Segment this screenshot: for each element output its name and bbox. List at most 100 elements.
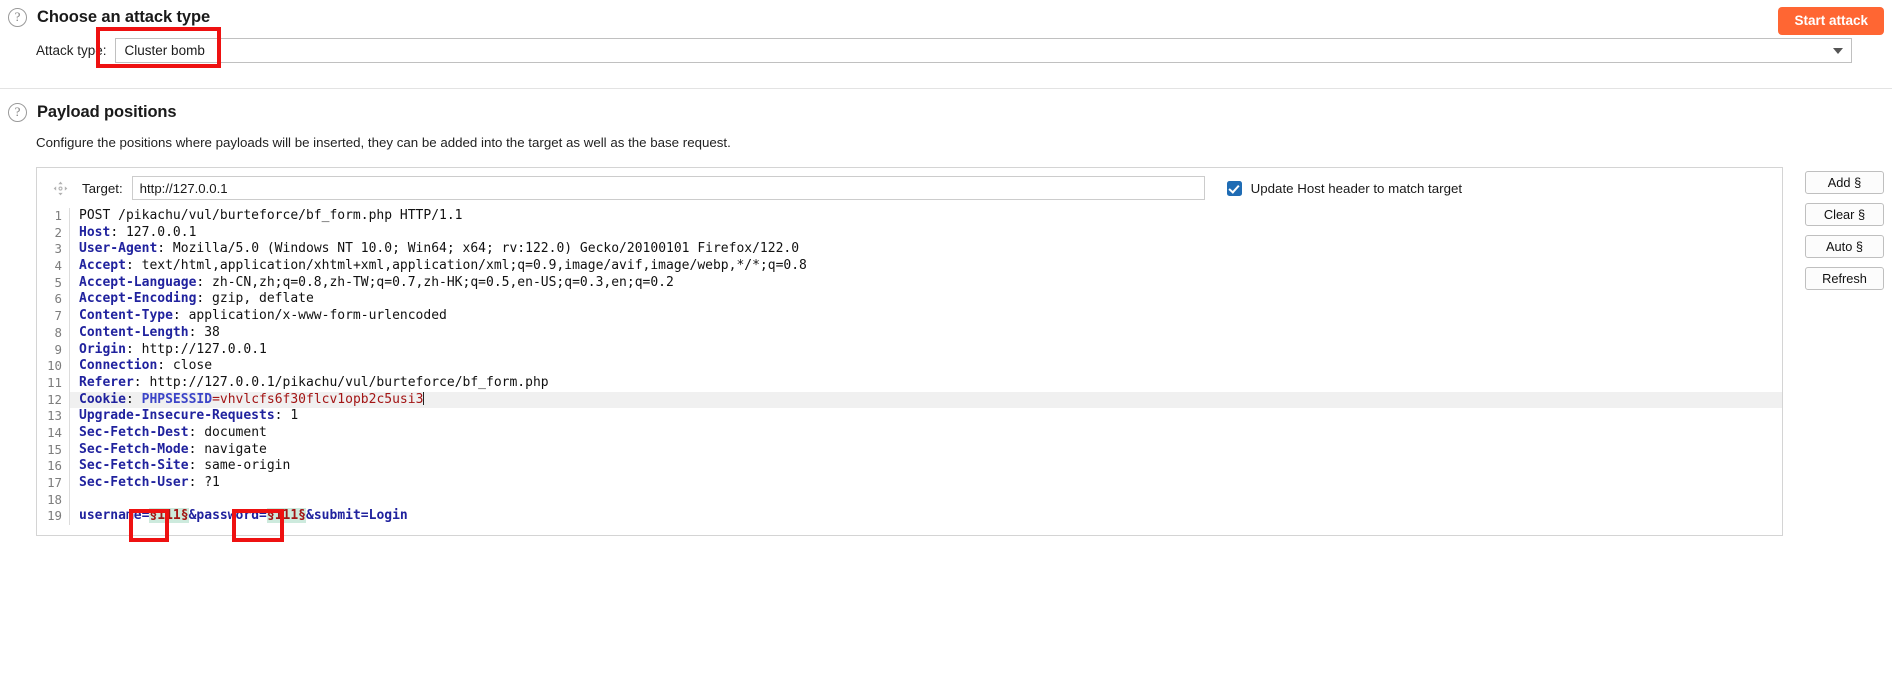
payload-positions-section: ? Payload positions Configure the positi…: [0, 89, 1892, 537]
add-payload-marker-button[interactable]: Add §: [1805, 171, 1884, 194]
line-number: 8: [54, 324, 62, 340]
request-line[interactable]: 12 Cookie: PHPSESSID=vhvlcfs6f30flcv1opb2…: [37, 391, 1782, 409]
attack-type-row: Attack type: Cluster bomb: [0, 38, 1892, 63]
update-host-header-label: Update Host header to match target: [1250, 180, 1463, 196]
header-name: Content-Type: [79, 308, 173, 324]
body-text: username=: [79, 508, 150, 524]
line-content[interactable]: Referer: http://127.0.0.1/pikachu/vul/bu…: [69, 374, 1782, 392]
header-name: Sec-Fetch-User: [79, 475, 189, 490]
line-content[interactable]: Sec-Fetch-User: ?1: [69, 475, 1782, 492]
payload-editor-area: Target: Update Host header to match targ…: [0, 167, 1892, 537]
header-name: Content-Length: [79, 324, 189, 340]
payload-positions-header: ? Payload positions: [0, 103, 1892, 122]
line-number: 17: [47, 475, 62, 490]
attack-type-header: ? Choose an attack type: [0, 8, 1892, 27]
line-number: 14: [47, 424, 62, 440]
line-number: 7: [54, 308, 62, 324]
line-content[interactable]: Sec-Fetch-Site: same-origin: [69, 458, 1782, 475]
refresh-button[interactable]: Refresh: [1805, 267, 1884, 290]
line-content[interactable]: Cookie: PHPSESSID=vhvlcfs6f30flcv1opb2c5…: [69, 391, 1782, 409]
request-line[interactable]: 11 Referer: http://127.0.0.1/pikachu/vul/…: [37, 374, 1782, 392]
request-line[interactable]: 19 username=§111§&password=§111§&submit=L…: [37, 508, 1782, 526]
line-content[interactable]: Origin: http://127.0.0.1: [69, 341, 1782, 359]
request-line[interactable]: 18: [37, 491, 1782, 509]
line-content[interactable]: Accept: text/html,application/xhtml+xml,…: [69, 258, 1782, 275]
page-title: Choose an attack type: [37, 8, 211, 26]
attack-type-label: Attack type:: [36, 43, 107, 58]
header-name: Sec-Fetch-Dest: [79, 424, 189, 440]
request-line[interactable]: 6 Accept-Encoding: gzip, deflate: [37, 291, 1782, 309]
line-number: 4: [54, 258, 62, 274]
request-line[interactable]: 17 Sec-Fetch-User: ?1: [37, 475, 1782, 492]
header-name: Referer: [79, 374, 134, 390]
attack-type-section: ? Choose an attack type Attack type: Clu…: [0, 0, 1892, 89]
request-line[interactable]: 8 Content-Length: 38: [37, 324, 1782, 342]
request-line[interactable]: 9 Origin: http://127.0.0.1: [37, 341, 1782, 359]
body-text: &password=: [188, 508, 267, 524]
cookie-name: PHPSESSID: [141, 391, 213, 407]
header-name: Sec-Fetch-Site: [79, 458, 189, 474]
request-line[interactable]: 4 Accept: text/html,application/xhtml+xml…: [37, 258, 1782, 275]
request-line[interactable]: 14 Sec-Fetch-Dest: document: [37, 424, 1782, 442]
request-line[interactable]: 3 User-Agent: Mozilla/5.0 (Windows NT 10.…: [37, 241, 1782, 259]
request-line[interactable]: 15 Sec-Fetch-Mode: navigate: [37, 441, 1782, 459]
header-name: Connection: [79, 358, 158, 374]
http-request-editor[interactable]: 1 POST /pikachu/vul/burteforce/bf_form.ph…: [37, 208, 1782, 536]
line-content[interactable]: Sec-Fetch-Mode: navigate: [69, 441, 1782, 459]
line-content[interactable]: [69, 491, 1782, 509]
line-number: 1: [54, 208, 62, 223]
line-number: 2: [54, 224, 62, 240]
line-content[interactable]: Accept-Language: zh-CN,zh;q=0.8,zh-TW;q=…: [69, 274, 1782, 292]
payload-marker-buttons: Add § Clear § Auto § Refresh: [1805, 167, 1884, 290]
line-content[interactable]: POST /pikachu/vul/burteforce/bf_form.php…: [69, 208, 1782, 225]
payload-marker: §111§: [149, 508, 189, 524]
target-label: Target:: [82, 180, 123, 196]
line-number: 5: [54, 274, 62, 290]
update-host-header-checkbox-wrap[interactable]: Update Host header to match target: [1226, 180, 1463, 196]
line-number: 3: [54, 241, 62, 257]
line-content[interactable]: Accept-Encoding: gzip, deflate: [69, 291, 1782, 309]
header-name: User-Agent: [79, 241, 158, 257]
header-name: Accept: [79, 258, 126, 274]
line-number: 16: [47, 458, 62, 474]
request-line[interactable]: 7 Content-Type: application/x-www-form-ur…: [37, 308, 1782, 325]
request-line[interactable]: 10 Connection: close: [37, 358, 1782, 375]
attack-type-selected-value: Cluster bomb: [124, 43, 205, 58]
request-line[interactable]: 5 Accept-Language: zh-CN,zh;q=0.8,zh-TW;q…: [37, 274, 1782, 292]
header-name: Accept-Encoding: [79, 291, 197, 307]
line-number: 10: [47, 358, 62, 374]
line-content[interactable]: Content-Length: 38: [69, 324, 1782, 342]
line-number: 19: [47, 508, 62, 524]
request-line[interactable]: 16 Sec-Fetch-Site: same-origin: [37, 458, 1782, 475]
line-content[interactable]: username=§111§&password=§111§&submit=Log…: [69, 508, 1782, 526]
request-line[interactable]: 2 Host: 127.0.0.1: [37, 224, 1782, 242]
text-caret: [423, 391, 425, 405]
line-number: 11: [47, 374, 62, 390]
header-name: Host: [79, 224, 111, 240]
request-line[interactable]: 1 POST /pikachu/vul/burteforce/bf_form.ph…: [37, 208, 1782, 225]
clear-payload-marker-button[interactable]: Clear §: [1805, 203, 1884, 226]
line-content[interactable]: Content-Type: application/x-www-form-url…: [69, 308, 1782, 325]
update-host-header-checkbox[interactable]: [1226, 180, 1242, 196]
header-name: Upgrade-Insecure-Requests: [79, 408, 275, 424]
request-line[interactable]: 13 Upgrade-Insecure-Requests: 1: [37, 408, 1782, 425]
line-content[interactable]: Sec-Fetch-Dest: document: [69, 424, 1782, 442]
line-number: 6: [54, 291, 62, 307]
question-mark-circle-icon[interactable]: ?: [8, 8, 27, 27]
chevron-down-icon[interactable]: [1833, 47, 1843, 54]
line-number: 12: [47, 391, 62, 407]
attack-type-select[interactable]: Cluster bomb: [114, 38, 1852, 63]
attack-type-select-wrap[interactable]: Cluster bomb: [114, 38, 1852, 63]
line-number: 9: [54, 341, 62, 357]
auto-payload-marker-button[interactable]: Auto §: [1805, 235, 1884, 258]
line-content[interactable]: Connection: close: [69, 358, 1782, 375]
start-attack-button[interactable]: Start attack: [1778, 7, 1884, 35]
move-cross-icon[interactable]: [53, 181, 68, 196]
target-input[interactable]: [131, 176, 1205, 200]
line-content[interactable]: Host: 127.0.0.1: [69, 224, 1782, 242]
line-content[interactable]: Upgrade-Insecure-Requests: 1: [69, 408, 1782, 425]
line-content[interactable]: User-Agent: Mozilla/5.0 (Windows NT 10.0…: [69, 241, 1782, 259]
question-mark-circle-icon[interactable]: ?: [8, 103, 27, 122]
line-number: 15: [47, 441, 62, 457]
body-text: &submit=Login: [306, 508, 408, 524]
